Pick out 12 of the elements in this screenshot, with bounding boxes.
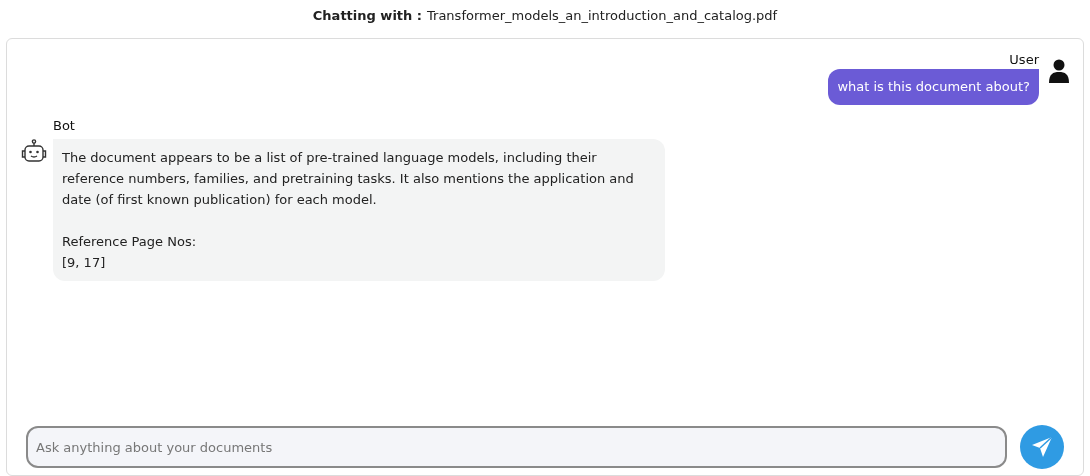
- message-text: Reference Page Nos: [9, 17]: [62, 233, 198, 272]
- sender-name: Bot: [53, 117, 76, 135]
- file-name: Transformer_models_an_introduction_and_catalog.pdf: [427, 7, 778, 26]
- send-icon: [1030, 435, 1054, 459]
- message-text: The document appears to be a list of pre-trained language models, including their reference numbers, families, and pretraining tasks. It also mentions the application and date (of first known publication) for each model.: [62, 149, 635, 209]
- send-button[interactable]: [1020, 425, 1064, 469]
- message-text: what is this document about?: [837, 78, 1030, 96]
- chatting-with-label: Chatting with :: [312, 7, 423, 26]
- message-input[interactable]: Ask anything about your documents: [26, 426, 1007, 468]
- sender-name: User: [1009, 51, 1039, 69]
- person-icon: [1049, 59, 1069, 83]
- robot-icon: [21, 139, 47, 163]
